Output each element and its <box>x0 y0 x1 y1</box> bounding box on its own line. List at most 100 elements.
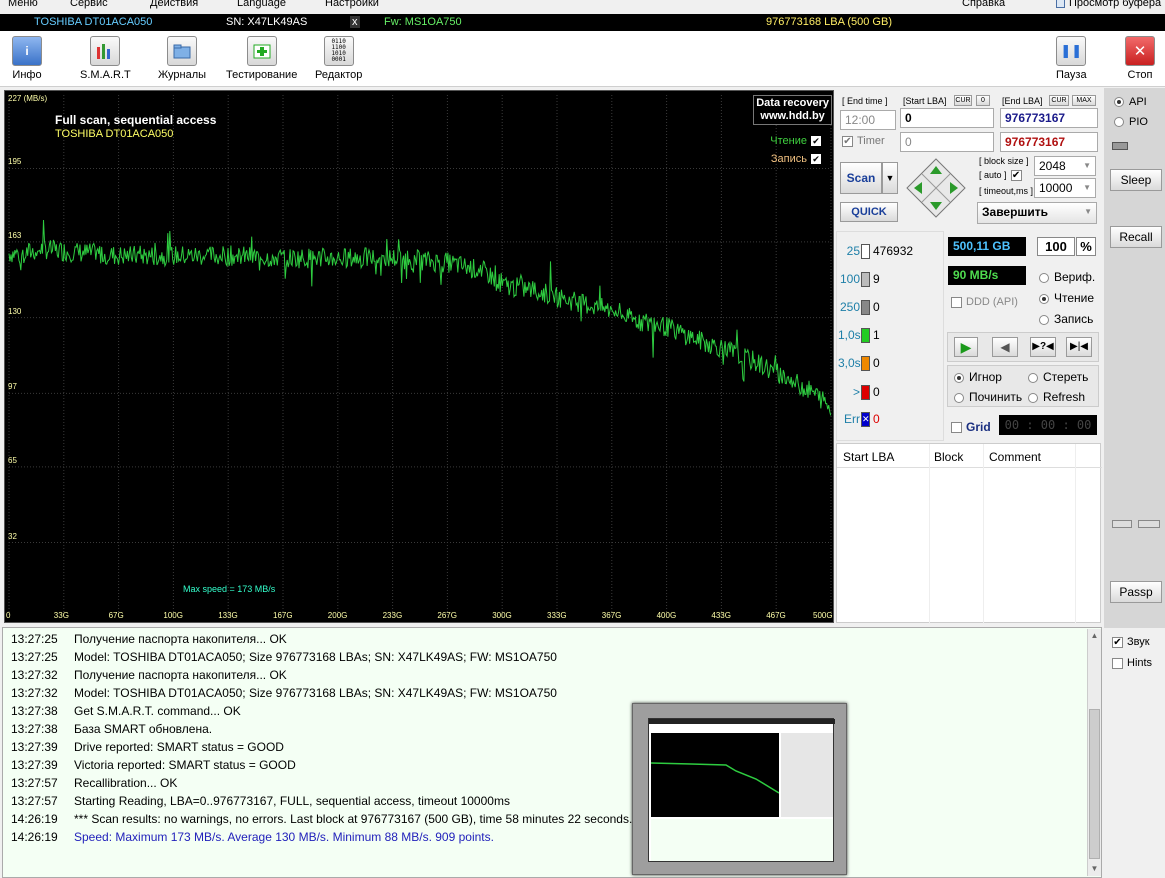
log-entry: 13:27:25 Получение паспорта накопителя...… <box>11 632 287 646</box>
mode-verify-radio[interactable]: Вериф. <box>1039 270 1095 284</box>
stat-count: 9 <box>873 272 880 286</box>
chevron-down-icon: ▼ <box>1084 207 1092 216</box>
timeout-label: [ timeout,ms ] <box>979 186 1034 196</box>
log-entry: 14:26:19 *** Scan results: no warnings, n… <box>11 812 632 826</box>
butterfly-button[interactable]: ▶|◀ <box>1066 337 1092 357</box>
legend-read[interactable]: Чтение ✔ <box>770 135 821 147</box>
x-tick-label: 167G <box>273 611 293 620</box>
editor-label: Редактор <box>315 69 363 81</box>
scroll-up-icon[interactable]: ▲ <box>1089 631 1100 641</box>
ddd-api-label: DDD (API) <box>966 296 1018 308</box>
menu-item-buffer[interactable]: Просмотр буфера <box>1056 0 1161 9</box>
drive-model[interactable]: TOSHIBA DT01ACA050 <box>34 16 152 28</box>
navigation-diamond[interactable] <box>906 158 966 218</box>
grid-label: Grid <box>966 420 991 434</box>
y-tick-label: 195 <box>8 157 22 167</box>
quick-button[interactable]: QUICK <box>840 202 898 222</box>
close-drive-button[interactable]: x <box>350 16 360 28</box>
folder-icon <box>167 36 198 66</box>
log-message: Model: TOSHIBA DT01ACA050; Size 97677316… <box>74 686 557 700</box>
start-lba-input[interactable]: 0 <box>900 108 994 128</box>
action-ignore-label: Игнор <box>969 370 1002 384</box>
grid-checkbox[interactable]: Grid <box>951 420 991 434</box>
mode-read-radio[interactable]: Чтение <box>1039 291 1094 305</box>
stat-count: 1 <box>873 328 880 342</box>
timer-checkbox[interactable]: ✔ Timer <box>842 135 885 147</box>
x-tick-label: 267G <box>437 611 457 620</box>
logs-label: Журналы <box>158 69 207 81</box>
log-time: 13:27:32 <box>11 686 58 700</box>
log-message: Victoria reported: SMART status = GOOD <box>74 758 296 772</box>
api-label: API <box>1129 96 1147 108</box>
data-recovery-logo: Data recovery www.hdd.by <box>753 95 832 125</box>
log-scrollbar[interactable]: ▲ ▼ <box>1087 629 1101 876</box>
scan-dropdown-button[interactable]: ▼ <box>882 162 898 194</box>
menu-item-settings[interactable]: Настройки <box>325 0 379 9</box>
end-lba-cur-button[interactable]: CUR <box>1049 95 1069 106</box>
random-seek-icon: ▶?◀ <box>1032 341 1054 352</box>
scan-button[interactable]: Scan <box>840 162 882 194</box>
scroll-thumb[interactable] <box>1089 709 1100 859</box>
action-ignore-radio[interactable]: Игнор <box>954 370 1002 384</box>
menu-item-help[interactable]: Справка <box>962 0 1005 9</box>
pio-radio[interactable]: PIO <box>1114 116 1148 128</box>
stop-button[interactable]: ✕ Стоп <box>1125 36 1155 81</box>
legend-write[interactable]: Запись ✔ <box>771 153 821 165</box>
block-size-select[interactable]: 2048 ▼ <box>1034 156 1096 176</box>
hints-checkbox[interactable]: Hints <box>1112 657 1152 669</box>
toolbar: i Инфо S.M.A.R.T Журналы Тестирование 01… <box>0 31 1165 87</box>
log-time: 13:27:38 <box>11 704 58 718</box>
timeout-select[interactable]: 10000 ▼ <box>1034 178 1096 198</box>
action-refresh-radio[interactable]: Refresh <box>1028 390 1085 404</box>
end-lba-input[interactable]: 976773167 <box>1000 108 1098 128</box>
progress-percent: 100 <box>1037 237 1075 256</box>
sound-checkbox[interactable]: ✔ Звук <box>1112 636 1150 648</box>
end-time-input[interactable]: 12:00 <box>840 110 896 130</box>
start-lba-cur-button[interactable]: CUR <box>954 95 972 106</box>
random-seek-button[interactable]: ▶?◀ <box>1030 337 1056 357</box>
menu-item-language[interactable]: Language <box>237 0 286 9</box>
passport-button[interactable]: Passp <box>1110 581 1162 603</box>
sleep-button[interactable]: Sleep <box>1110 169 1162 191</box>
scroll-down-icon[interactable]: ▼ <box>1089 864 1100 874</box>
editor-button[interactable]: 0110 1100 1010 0001 Редактор <box>315 36 362 81</box>
api-radio[interactable]: API <box>1114 96 1147 108</box>
column-block[interactable]: Block <box>934 450 963 464</box>
info-button[interactable]: i Инфо <box>12 36 42 81</box>
progress-panel: 500,11 GB 100 % 90 MB/s Вериф. DDD (API)… <box>945 231 1101 441</box>
menu-item-actions[interactable]: Действия <box>150 0 198 9</box>
mode-write-radio[interactable]: Запись <box>1039 312 1093 326</box>
log-message: Starting Reading, LBA=0..976773167, FULL… <box>74 794 510 808</box>
play-button[interactable]: ▶ <box>954 337 978 357</box>
radio-icon <box>1114 117 1124 128</box>
window-preview-thumbnail[interactable] <box>632 703 847 875</box>
preview-graph <box>650 733 780 817</box>
end-lba-max-button[interactable]: MAX <box>1072 95 1096 106</box>
checkbox-icon <box>1112 657 1123 669</box>
menu-item-service[interactable]: Сервис <box>70 0 108 9</box>
legend-read-checkbox[interactable]: ✔ <box>811 136 821 147</box>
action-erase-radio[interactable]: Стереть <box>1028 370 1088 384</box>
reverse-button[interactable]: ◀ <box>992 337 1018 357</box>
end-time-label: [ End time ] <box>842 96 888 106</box>
pause-button[interactable]: ❚❚ Пауза <box>1056 36 1087 81</box>
menu-item-menu[interactable]: Меню <box>8 0 38 9</box>
start-lba-zero-button[interactable]: 0 <box>976 95 990 106</box>
log-message: Получение паспорта накопителя... OK <box>74 632 287 646</box>
testing-button[interactable]: Тестирование <box>226 36 297 81</box>
timer-input[interactable]: 0 <box>900 132 994 152</box>
finish-action-select[interactable]: Завершить ▼ <box>977 202 1097 224</box>
radio-icon <box>1028 372 1038 383</box>
auto-checkbox[interactable]: ✔ <box>1010 170 1022 182</box>
log-message: Get S.M.A.R.T. command... OK <box>74 704 241 718</box>
column-comment[interactable]: Comment <box>989 450 1041 464</box>
legend-write-checkbox[interactable]: ✔ <box>811 154 821 165</box>
logs-button[interactable]: Журналы <box>158 36 206 81</box>
ddd-api-checkbox[interactable]: DDD (API) <box>951 296 1018 308</box>
smart-button[interactable]: S.M.A.R.T <box>80 36 131 81</box>
recall-button[interactable]: Recall <box>1110 226 1162 248</box>
radio-icon <box>1039 272 1049 283</box>
radio-icon <box>1028 392 1038 403</box>
action-fix-radio[interactable]: Починить <box>954 390 1022 404</box>
column-start-lba[interactable]: Start LBA <box>843 450 894 464</box>
